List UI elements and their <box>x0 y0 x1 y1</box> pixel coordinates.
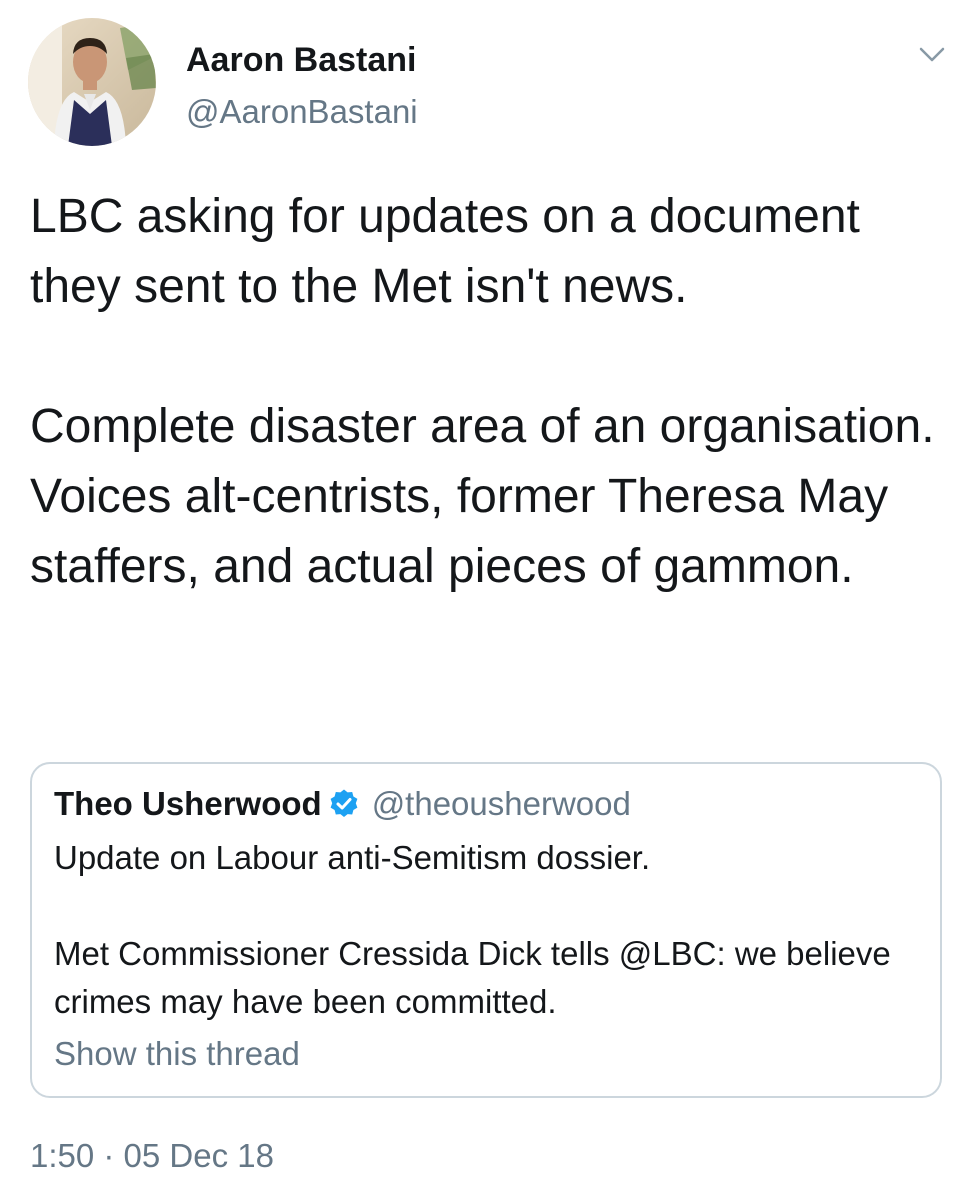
tweet-timestamp[interactable]: 1:50 · 05 Dec 18 <box>30 1134 274 1178</box>
tweet-text: LBC asking for updates on a document the… <box>30 182 950 602</box>
quoted-tweet-paragraph: Met Commissioner Cressida Dick tells @LB… <box>54 935 891 1020</box>
tweet-paragraph: Complete disaster area of an organisatio… <box>30 400 935 593</box>
quoted-author-name: Theo Usherwood <box>54 785 322 822</box>
tweet-card: Aaron Bastani @AaronBastani LBC asking f… <box>0 0 974 1200</box>
show-thread-link[interactable]: Show this thread <box>54 1032 300 1076</box>
quoted-tweet[interactable]: Theo Usherwood @theousherwood Update on … <box>30 762 942 1098</box>
quoted-author-handle: @theousherwood <box>371 785 631 822</box>
chevron-down-icon[interactable] <box>914 40 950 70</box>
avatar-photo-icon <box>28 18 156 146</box>
author-handle[interactable]: @AaronBastani <box>186 92 418 132</box>
tweet-paragraph: LBC asking for updates on a document the… <box>30 190 860 313</box>
quoted-tweet-text: Update on Labour anti-Semitism dossier. … <box>54 834 914 1026</box>
verified-badge-icon <box>328 788 360 820</box>
quoted-tweet-paragraph: Update on Labour anti-Semitism dossier. <box>54 839 651 876</box>
quoted-tweet-header: Theo Usherwood @theousherwood <box>54 782 631 826</box>
author-avatar[interactable] <box>28 18 156 146</box>
author-display-name[interactable]: Aaron Bastani <box>186 40 417 80</box>
